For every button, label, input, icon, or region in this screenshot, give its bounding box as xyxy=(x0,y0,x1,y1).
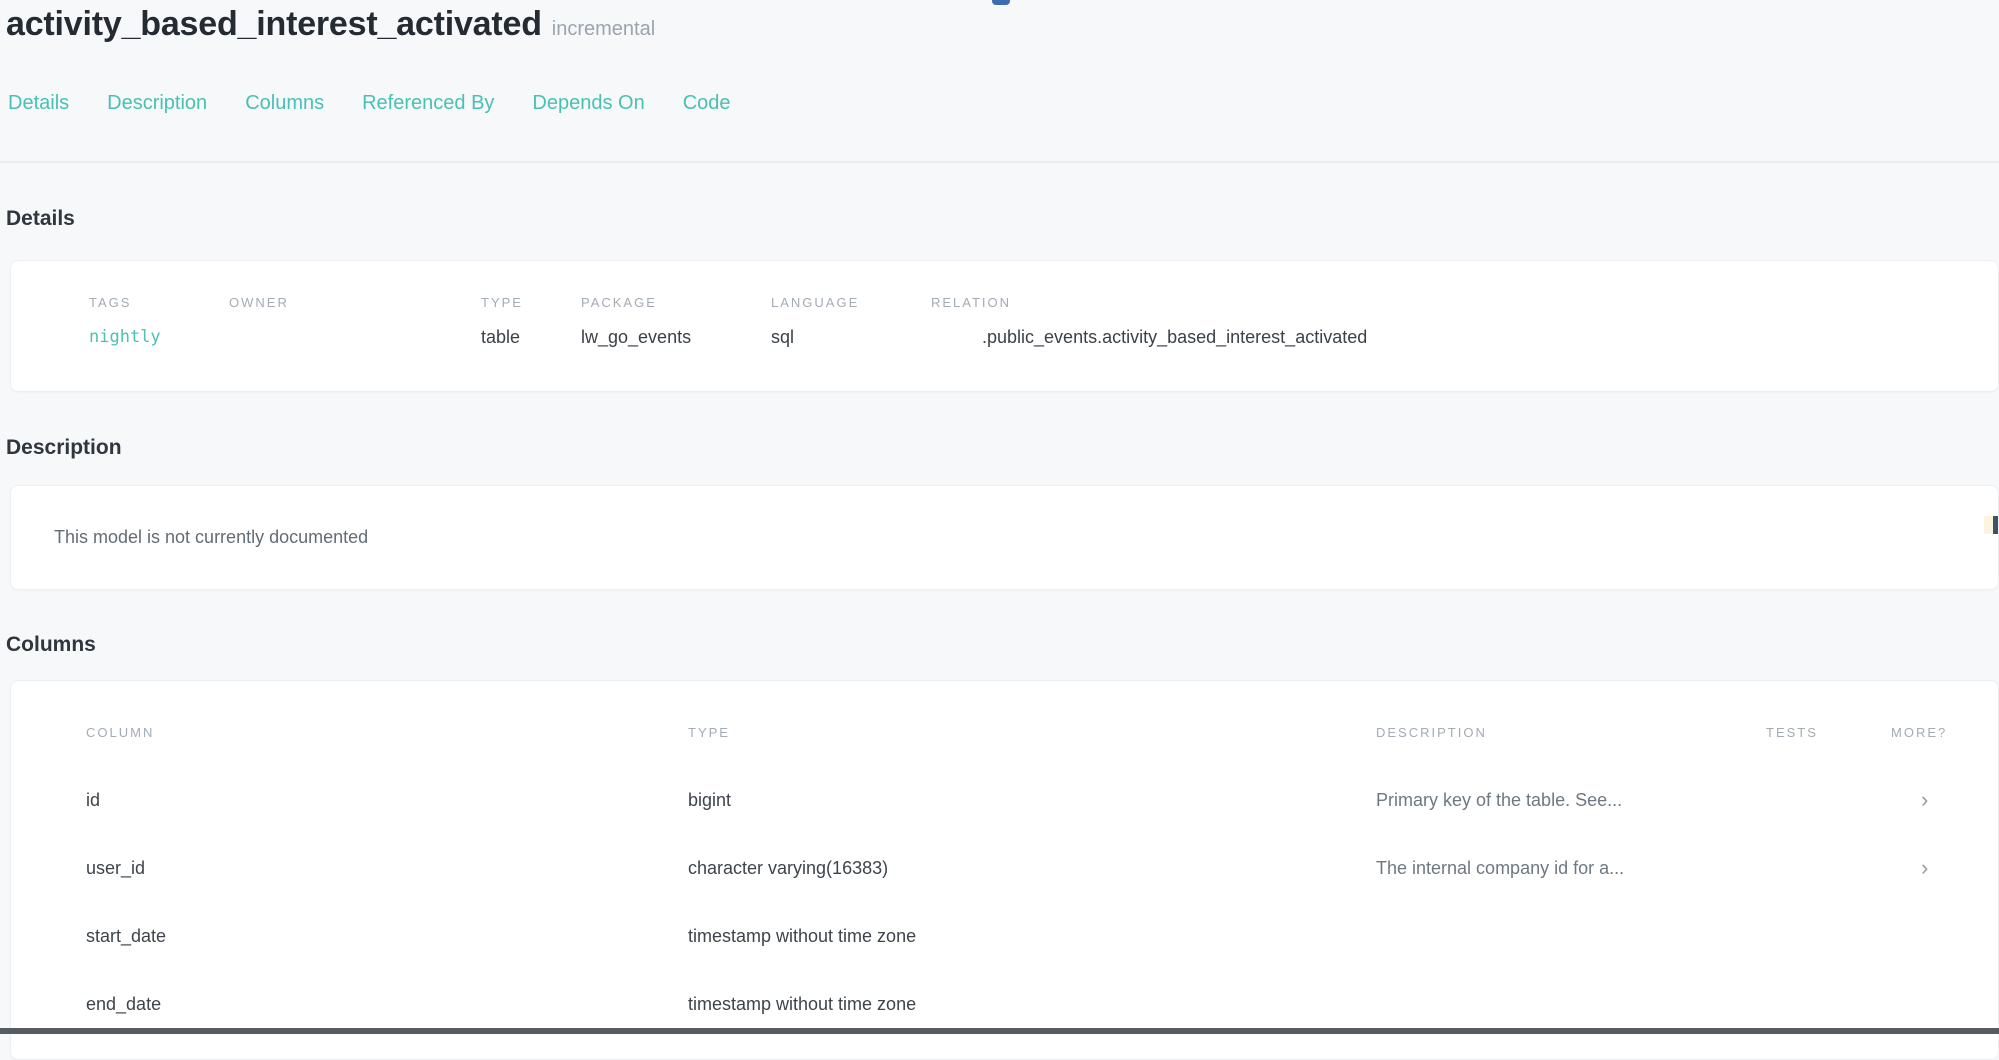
header-more: MORE? xyxy=(1891,725,1998,741)
detail-value-relation: .public_events.activity_based_interest_a… xyxy=(931,325,1998,349)
clipped-edit-button-highlight xyxy=(1984,516,1993,534)
description-section-heading: Description xyxy=(0,435,1999,461)
description-panel: This model is not currently documented xyxy=(10,485,1999,590)
clipped-link-fragment[interactable] xyxy=(992,0,1010,5)
page-header: activity_based_interest_activated increme… xyxy=(0,4,1999,51)
detail-field-package: PACKAGE lw_go_events xyxy=(581,295,771,349)
page-title: activity_based_interest_activated xyxy=(6,5,542,43)
detail-field-owner: OWNER xyxy=(229,295,481,349)
column-description: The internal company id for a... xyxy=(1376,858,1766,879)
column-type: timestamp without time zone xyxy=(688,926,1376,947)
columns-section-heading: Columns xyxy=(0,632,1999,658)
detail-label-owner: OWNER xyxy=(229,295,481,311)
column-name: end_date xyxy=(86,994,688,1015)
model-docs-page: activity_based_interest_activated increme… xyxy=(0,0,1999,1060)
details-section-heading: Details xyxy=(0,206,1999,232)
columns-table-header: COLUMN TYPE DESCRIPTION TESTS MORE? xyxy=(11,725,1998,741)
header-type: TYPE xyxy=(688,725,1376,741)
detail-field-relation: RELATION .public_events.activity_based_i… xyxy=(931,295,1998,349)
tab-description[interactable]: Description xyxy=(107,91,207,115)
window-bottom-edge xyxy=(0,1028,1999,1034)
column-type: timestamp without time zone xyxy=(688,994,1376,1015)
detail-label-language: LANGUAGE xyxy=(771,295,931,311)
detail-label-type: TYPE xyxy=(481,295,581,311)
details-panel: TAGS nightly OWNER TYPE table PACKAGE lw… xyxy=(10,260,1999,392)
detail-field-language: LANGUAGE sql xyxy=(771,295,931,349)
table-row[interactable]: user_id character varying(16383) The int… xyxy=(11,834,1998,902)
detail-field-type: TYPE table xyxy=(481,295,581,349)
clipped-edit-button-edge xyxy=(1993,516,1998,534)
tab-details[interactable]: Details xyxy=(8,91,69,115)
column-name: user_id xyxy=(86,858,688,879)
header-description: DESCRIPTION xyxy=(1376,725,1766,741)
clipped-edit-button[interactable] xyxy=(1984,516,1998,534)
column-type: bigint xyxy=(688,790,1376,811)
detail-field-tags: TAGS nightly xyxy=(89,295,229,349)
header-tests: TESTS xyxy=(1766,725,1891,741)
detail-value-type: table xyxy=(481,325,581,349)
tab-code[interactable]: Code xyxy=(683,91,731,115)
detail-label-tags: TAGS xyxy=(89,295,229,311)
columns-table-body: id bigint Primary key of the table. See.… xyxy=(11,766,1998,1038)
columns-panel: COLUMN TYPE DESCRIPTION TESTS MORE? id b… xyxy=(10,680,1999,1060)
detail-value-language: sql xyxy=(771,325,931,349)
table-row[interactable]: id bigint Primary key of the table. See.… xyxy=(11,766,1998,834)
description-text: This model is not currently documented xyxy=(54,527,368,548)
tag-link-nightly[interactable]: nightly xyxy=(89,325,229,349)
tab-referenced-by[interactable]: Referenced By xyxy=(362,91,494,115)
chevron-right-icon[interactable]: › xyxy=(1891,858,1998,878)
column-name: id xyxy=(86,790,688,811)
detail-value-package: lw_go_events xyxy=(581,325,771,349)
column-description: Primary key of the table. See... xyxy=(1376,790,1766,811)
chevron-right-icon[interactable]: › xyxy=(1891,790,1998,810)
section-nav: Details Description Columns Referenced B… xyxy=(0,91,1999,115)
column-name: start_date xyxy=(86,926,688,947)
column-type: character varying(16383) xyxy=(688,858,1376,879)
header-divider xyxy=(0,161,1999,163)
details-grid: TAGS nightly OWNER TYPE table PACKAGE lw… xyxy=(89,295,1998,349)
materialization-badge: incremental xyxy=(552,18,655,40)
detail-label-package: PACKAGE xyxy=(581,295,771,311)
table-row[interactable]: start_date timestamp without time zone xyxy=(11,902,1998,970)
tab-columns[interactable]: Columns xyxy=(245,91,324,115)
tab-depends-on[interactable]: Depends On xyxy=(532,91,644,115)
detail-label-relation: RELATION xyxy=(931,295,1998,311)
header-column: COLUMN xyxy=(86,725,688,741)
